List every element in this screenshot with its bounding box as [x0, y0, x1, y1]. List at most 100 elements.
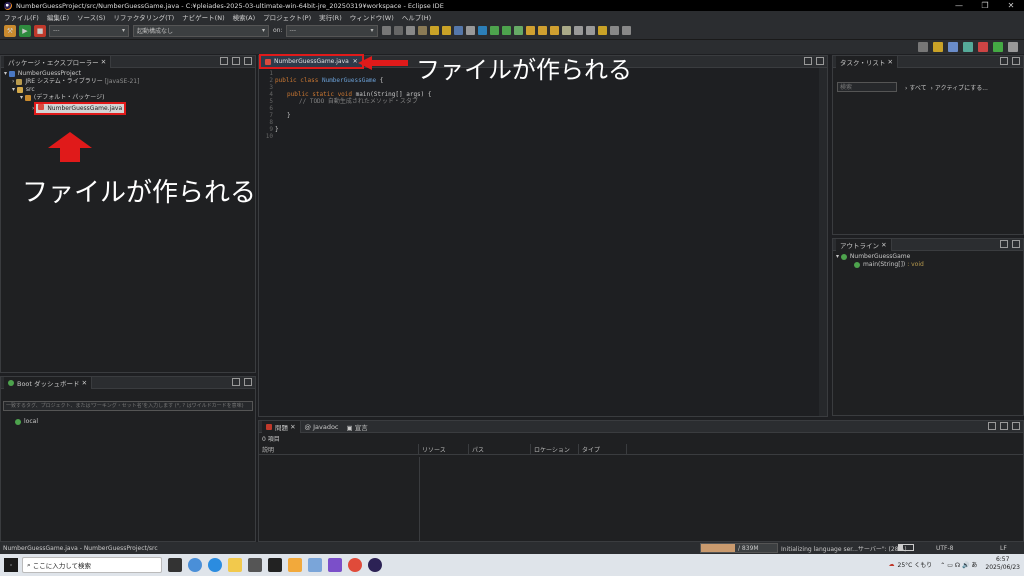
col-location[interactable]: ロケーション — [531, 443, 579, 455]
perspective-git-icon[interactable] — [963, 42, 973, 52]
external-tools-icon[interactable] — [513, 26, 523, 35]
maximize-button[interactable]: ❐ — [972, 0, 998, 11]
explorer-icon[interactable] — [228, 558, 242, 572]
menu-project[interactable]: プロジェクト(P) — [263, 12, 311, 22]
task-filter-all[interactable]: › すべて — [905, 83, 927, 92]
launch-config-combo[interactable]: 起動構成なし ▾ — [133, 24, 269, 37]
maximize-view-icon[interactable] — [1012, 240, 1020, 248]
tree-item-project[interactable]: ▾ NumberGuessProject — [4, 70, 255, 78]
notepad-icon[interactable] — [308, 558, 322, 572]
task-view-icon[interactable] — [168, 558, 182, 572]
line-ending[interactable]: LF — [1000, 545, 1007, 552]
stop-icon[interactable]: ■ — [34, 24, 46, 37]
menu-search[interactable]: 検索(A) — [233, 12, 256, 22]
maximize-view-icon[interactable] — [244, 378, 252, 386]
perspective-open-icon[interactable] — [1008, 42, 1018, 52]
editor-tab-file[interactable]: NumberGuessGame.java ✕ — [259, 54, 364, 69]
taskbar-search[interactable]: ⌕ ここに入力して検索 — [22, 557, 162, 573]
boot-item-local[interactable]: local — [1, 411, 255, 425]
visual-studio-icon[interactable] — [328, 558, 342, 572]
outline-method[interactable]: main(String[]) : void — [836, 261, 1023, 269]
save-icon[interactable] — [405, 26, 415, 35]
build-icon[interactable] — [429, 26, 439, 35]
perspective-java-icon[interactable] — [933, 42, 943, 52]
menu-source[interactable]: ソース(S) — [77, 12, 105, 22]
outline-class[interactable]: ▾ NumberGuessGame — [836, 253, 1023, 261]
new-package-icon[interactable] — [537, 26, 547, 35]
launch-target-combo[interactable]: --- ▾ — [285, 24, 378, 37]
perspective-spring-icon[interactable] — [993, 42, 1003, 52]
pin-icon[interactable] — [597, 26, 607, 35]
tab-declaration[interactable]: ▣ 宣言 — [343, 422, 372, 432]
tree-item-src[interactable]: ▾ src — [4, 86, 255, 94]
collapse-all-icon[interactable] — [220, 57, 228, 65]
heap-status[interactable]: / 839M — [700, 543, 778, 553]
back-icon[interactable] — [609, 26, 619, 35]
task-search-input[interactable]: 検索 — [837, 82, 897, 92]
print-icon[interactable] — [417, 26, 427, 35]
tab-javadoc[interactable]: @ Javadoc — [301, 423, 343, 431]
outline-tab[interactable]: アウトライン ✕ — [836, 238, 892, 251]
menu-edit[interactable]: 編集(E) — [47, 12, 69, 22]
tree-item-jre[interactable]: › JRE システム・ライブラリー [JavaSE-21] — [4, 78, 255, 86]
minimize-view-icon[interactable] — [232, 57, 240, 65]
run-as-icon[interactable] — [489, 26, 499, 35]
chrome-icon[interactable] — [348, 558, 362, 572]
windows-start-icon[interactable] — [4, 558, 18, 572]
menu-help[interactable]: ヘルプ(H) — [402, 12, 431, 22]
maximize-view-icon[interactable] — [1012, 57, 1020, 65]
new-icon[interactable] — [393, 26, 403, 35]
minimize-view-icon[interactable] — [1000, 422, 1008, 430]
selected-file[interactable]: NumberGuessGame.java — [34, 102, 127, 115]
tree-item-default-package[interactable]: ▾ (デフォルト・パッケージ) — [4, 94, 255, 102]
editor-scrollbar[interactable] — [819, 68, 827, 416]
coverage-icon[interactable] — [501, 26, 511, 35]
media-icon[interactable] — [288, 558, 302, 572]
weather-text[interactable]: 25°C くもり — [898, 560, 933, 569]
edge-icon[interactable] — [208, 558, 222, 572]
maximize-view-icon[interactable] — [244, 57, 252, 65]
encoding[interactable]: UTF-8 — [936, 545, 954, 552]
col-path[interactable]: パス — [469, 443, 531, 455]
perspective-debug-icon[interactable] — [948, 42, 958, 52]
open-type-icon[interactable] — [549, 26, 559, 35]
hammer-icon[interactable]: ⚒ — [4, 24, 16, 37]
launch-mode-combo[interactable]: --- ▾ — [49, 24, 129, 37]
menu-navigate[interactable]: ナビゲート(N) — [182, 12, 224, 22]
minimize-view-icon[interactable] — [804, 57, 812, 65]
run-icon[interactable]: ▶ — [19, 24, 31, 37]
annotation-prev-icon[interactable] — [585, 26, 595, 35]
menu-run[interactable]: 実行(R) — [319, 12, 342, 22]
col-description[interactable]: 説明 — [259, 443, 419, 455]
minimize-view-icon[interactable] — [232, 378, 240, 386]
clock[interactable]: 6:57 2025/06/23 — [985, 556, 1020, 572]
tool-icon[interactable] — [441, 26, 451, 35]
menu-window[interactable]: ウィンドウ(W) — [350, 12, 394, 22]
maximize-view-icon[interactable] — [1012, 422, 1020, 430]
close-icon[interactable]: ✕ — [353, 58, 358, 65]
store-icon[interactable] — [248, 558, 262, 572]
tree-item-file[interactable]: › NumberGuessGame.java — [4, 102, 255, 115]
col-type[interactable]: タイプ — [579, 443, 627, 455]
gear-icon[interactable] — [381, 26, 391, 35]
task-activate-link[interactable]: › アクティブにする... — [930, 83, 987, 92]
menu-refactor[interactable]: リファクタリング(T) — [113, 12, 174, 22]
boot-dashboard-tab[interactable]: Boot ダッシュボード ✕ — [4, 376, 93, 389]
maximize-view-icon[interactable] — [816, 57, 824, 65]
minimize-view-icon[interactable] — [1000, 240, 1008, 248]
search-icon[interactable] — [918, 42, 928, 52]
tray-icons[interactable]: ⌃ ▭ ☊ 🔊 あ — [940, 560, 977, 569]
task-list-tab[interactable]: タスク・リスト ✕ — [836, 55, 898, 68]
perspective-ee-icon[interactable] — [978, 42, 988, 52]
minimize-button[interactable]: — — [946, 0, 972, 11]
minimize-view-icon[interactable] — [1000, 57, 1008, 65]
copilot-icon[interactable] — [188, 558, 202, 572]
filter-icon[interactable] — [988, 422, 996, 430]
boot-filter-input[interactable]: 一致するタグ、プロジェクト、または'ワーキング・セット名'を入力します (*, … — [3, 401, 253, 411]
package-explorer-tab[interactable]: パッケージ・エクスプローラー ✕ — [4, 55, 112, 68]
menu-file[interactable]: ファイル(F) — [4, 12, 39, 22]
search-icon[interactable] — [561, 26, 571, 35]
terminal-icon[interactable] — [268, 558, 282, 572]
debug-icon[interactable] — [477, 26, 487, 35]
tab-problems[interactable]: 問題 ✕ — [262, 420, 301, 433]
